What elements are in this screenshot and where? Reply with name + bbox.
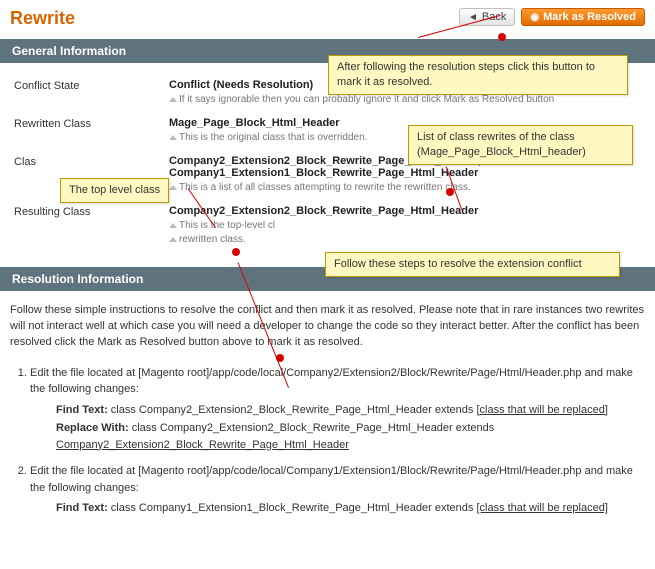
label-conflict-state: Conflict State [14,79,169,92]
mark-resolved-label: Mark as Resolved [543,11,636,23]
page-title: Rewrite [10,8,75,29]
hint-conflict-state: If it says ignorable then you can probab… [169,94,641,105]
mark-resolved-button[interactable]: ◉ Mark as Resolved [521,8,645,26]
step-text: Edit the file located at [Magento root]/… [30,367,633,396]
header-actions: ◄ Back ◉ Mark as Resolved [459,8,645,26]
hint-resulting-class-post: rewritten class. [169,234,641,245]
resolution-steps: Edit the file located at [Magento root]/… [30,365,645,517]
find-value-pre: class Company2_Extension2_Block_Rewrite_… [111,404,477,416]
find-label: Find Text: [56,404,108,416]
callout-follow-steps: Follow these steps to resolve the extens… [325,252,620,277]
callout-mark-resolved: After following the resolution steps cli… [328,55,628,95]
find-value-pre: class Company1_Extension1_Block_Rewrite_… [111,502,477,514]
label-rewritten-class: Rewritten Class [14,117,169,130]
row-resulting-class: Resulting Class Company2_Extension2_Bloc… [10,199,645,251]
hint-class-rewrites: This is a list of all classes attempting… [169,182,641,193]
resolution-step: Edit the file located at [Magento root]/… [30,463,645,517]
replace-value-link[interactable]: Company2_Extension2_Block_Rewrite_Page_H… [56,439,349,451]
resolution-intro: Follow these simple instructions to reso… [0,297,655,361]
callout-class-rewrite-list: List of class rewrites of the class (Mag… [408,125,633,165]
hint-resulting-class-pre: This is the top-level cl [169,220,641,231]
replace-value-pre: class Company2_Extension2_Block_Rewrite_… [132,422,495,434]
resolve-circle-icon: ◉ [530,12,539,23]
resolution-step: Edit the file located at [Magento root]/… [30,365,645,454]
find-label: Find Text: [56,502,108,514]
pointer-dot-icon [232,248,240,256]
label-class-rewrites: Clas [14,155,169,168]
label-resulting-class: Resulting Class [14,205,169,218]
pointer-dot-icon [498,33,506,41]
step-text: Edit the file located at [Magento root]/… [30,465,633,494]
replace-label: Replace With: [56,422,129,434]
find-value-link[interactable]: [class that will be replaced] [476,502,607,514]
value-resulting-class: Company2_Extension2_Block_Rewrite_Page_H… [169,205,641,217]
find-value-link[interactable]: [class that will be replaced] [476,404,607,416]
callout-top-level-class: The top level class [60,178,169,203]
